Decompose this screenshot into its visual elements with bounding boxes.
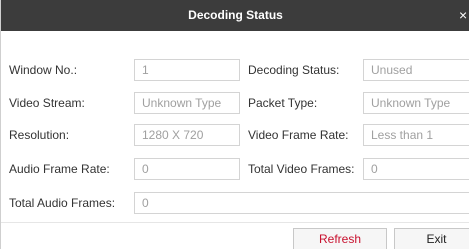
footer-divider xyxy=(1,222,469,223)
video-stream-label: Video Stream: xyxy=(9,96,85,110)
decoding-status-dialog: Decoding Status × Window No.: 1 Decoding… xyxy=(0,0,469,249)
resolution-label: Resolution: xyxy=(9,128,70,142)
decoding-status-label: Decoding Status: xyxy=(248,63,340,77)
resolution-field: 1280 X 720 xyxy=(134,124,240,146)
close-icon[interactable]: × xyxy=(459,0,469,31)
dialog-title: Decoding Status xyxy=(188,8,283,22)
window-no-field: 1 xyxy=(134,59,240,81)
packet-type-label: Packet Type: xyxy=(248,96,318,110)
video-stream-field: Unknown Type xyxy=(134,92,240,114)
total-video-frames-field: 0 xyxy=(363,158,469,180)
packet-type-field: Unknown Type xyxy=(363,92,469,114)
total-audio-frames-label: Total Audio Frames: xyxy=(9,196,116,210)
audio-frame-rate-field: 0 xyxy=(134,158,240,180)
title-bar: Decoding Status × xyxy=(1,0,469,31)
total-video-frames-label: Total Video Frames: xyxy=(248,162,355,176)
total-audio-frames-field: 0 xyxy=(134,192,469,214)
refresh-button[interactable]: Refresh xyxy=(293,228,387,249)
decoding-status-field: Unused xyxy=(363,59,469,81)
video-frame-rate-label: Video Frame Rate: xyxy=(248,128,349,142)
video-frame-rate-field: Less than 1 xyxy=(363,124,469,146)
window-no-label: Window No.: xyxy=(9,63,78,77)
exit-button[interactable]: Exit xyxy=(394,228,469,249)
audio-frame-rate-label: Audio Frame Rate: xyxy=(9,162,110,176)
